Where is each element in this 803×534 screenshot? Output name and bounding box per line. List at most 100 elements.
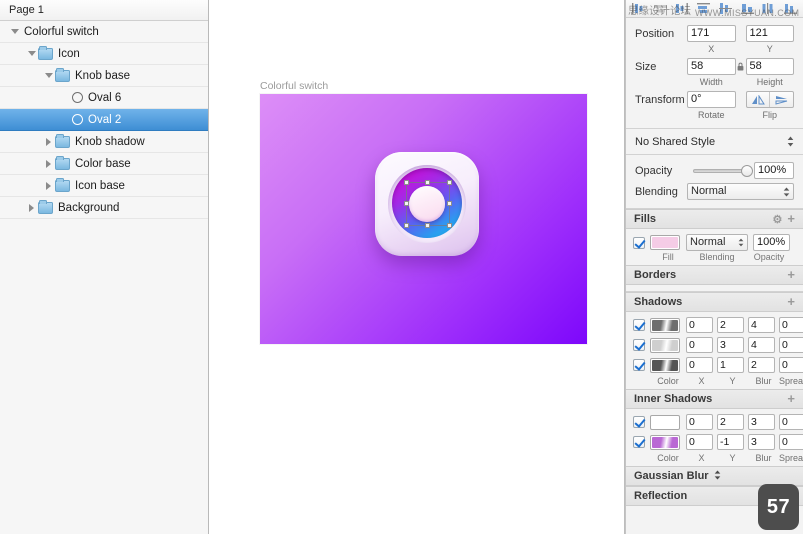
shared-style-dropdown[interactable]: No Shared Style [626,129,803,155]
align-horizontal-center-icon[interactable] [652,2,669,16]
height-input[interactable]: 58 [745,58,794,75]
disclosure-triangle-closed-icon[interactable] [42,159,55,168]
position-x-input[interactable]: 171 [687,25,736,42]
shadow-y-input[interactable]: 2 [717,317,744,333]
layer-row-background[interactable]: Background [0,197,208,219]
shadow-x-input[interactable]: 0 [686,337,713,353]
oval-shape-icon [72,114,83,125]
disclosure-triangle-closed-icon[interactable] [42,137,55,146]
shadow-enabled-checkbox[interactable] [633,339,645,351]
fill-blending-select[interactable]: Normal [686,234,748,251]
align-vertical-center-icon[interactable] [717,2,734,16]
blending-select[interactable]: Normal [687,183,794,200]
shadow-spread-input[interactable]: 0 [779,317,803,333]
gaussian-blur-section-header[interactable]: Gaussian Blur [626,466,803,486]
shadow-spread-input[interactable]: 0 [779,357,803,373]
layer-row-icon[interactable]: Icon [0,43,208,65]
inner-shadow-color-swatch[interactable] [650,414,680,430]
inner-shadow-y-input[interactable]: -1 [717,434,744,450]
disclosure-triangle-closed-icon[interactable] [42,181,55,190]
triangle-glyph [29,203,34,212]
fill-opacity-input[interactable]: 100% [753,234,790,251]
inner-shadow-y-input[interactable]: 2 [717,414,744,430]
position-y-input[interactable]: 121 [745,25,794,42]
layer-row-oval-2[interactable]: Oval 2 [0,109,208,131]
resize-handle-middle-left[interactable] [404,201,409,206]
opacity-input[interactable]: 100% [754,162,794,179]
canvas-area[interactable]: Colorful switch [209,0,625,534]
resize-handle-top-right[interactable] [447,180,452,185]
add-fill-button[interactable]: + [787,212,795,225]
fill-row: Normal 100% [633,234,796,251]
align-right-icon[interactable] [673,2,690,16]
shadow-x-input[interactable]: 0 [686,317,713,333]
page-row[interactable]: Page 1 [0,0,208,21]
gear-icon[interactable]: ⚙ [773,213,783,226]
layer-row-knob-shadow[interactable]: Knob shadow [0,131,208,153]
inner-shadow-blur-input[interactable]: 3 [748,414,775,430]
shadow-color-swatch[interactable] [650,317,680,333]
shadow-color-swatch[interactable] [650,357,680,373]
layer-row-colorful-switch[interactable]: Colorful switch [0,21,208,43]
layer-row-color-base[interactable]: Color base [0,153,208,175]
shadow-color-swatch[interactable] [650,337,680,353]
layer-row-icon-base[interactable]: Icon base [0,175,208,197]
resize-handle-bottom-center[interactable] [425,223,430,228]
add-shadow-button[interactable]: + [787,295,795,308]
shadow-spread-input[interactable]: 0 [779,337,803,353]
shadow-enabled-checkbox[interactable] [633,319,645,331]
artboard[interactable] [260,94,587,344]
resize-handle-middle-right[interactable] [447,201,452,206]
layer-row-knob-base[interactable]: Knob base [0,65,208,87]
resize-handle-bottom-right[interactable] [447,223,452,228]
inner-shadow-enabled-checkbox[interactable] [633,416,645,428]
inner-shadow-row: 0 -1 3 0 [633,434,803,450]
disclosure-triangle-open-icon[interactable] [25,51,38,56]
disclosure-triangle-open-icon[interactable] [8,29,21,34]
opacity-slider[interactable] [693,164,753,177]
inner-shadow-color-swatch[interactable] [650,434,680,450]
resize-handle-top-center[interactable] [425,180,430,185]
layer-row-oval-6[interactable]: Oval 6 [0,87,208,109]
width-input[interactable]: 58 [687,58,736,75]
align-bottom-icon[interactable] [739,2,756,16]
shadow-blur-input[interactable]: 4 [748,337,775,353]
shadow-row: 0120 [633,357,803,373]
shadow-y-input[interactable]: 3 [717,337,744,353]
rotate-input[interactable]: 0° [687,91,736,108]
distribute-horizontally-icon[interactable] [760,2,777,16]
align-left-icon[interactable] [630,2,647,16]
inner-shadow-x-input[interactable]: 0 [686,434,713,450]
flip-caption: Flip [762,110,777,120]
layer-list: Colorful switch Icon Knob base Oval 6 Oval 2… [0,21,208,219]
flip-horizontal-icon[interactable] [747,92,770,107]
artboard-label[interactable]: Colorful switch [260,80,328,92]
disclosure-triangle-closed-icon[interactable] [25,203,38,212]
layer-label: Oval 2 [88,113,122,126]
distribute-vertically-icon[interactable] [782,2,799,16]
inner-shadow-spread-input[interactable]: 0 [779,414,803,430]
inner-shadow-blur-input[interactable]: 3 [748,434,775,450]
inner-shadow-spread-input[interactable]: 0 [779,434,803,450]
resize-handle-top-left[interactable] [404,180,409,185]
fill-enabled-checkbox[interactable] [633,236,645,249]
shadow-blur-input[interactable]: 2 [748,357,775,373]
lock-icon[interactable] [736,62,746,71]
inner-shadow-color-caption: Color [657,453,679,463]
align-top-icon[interactable] [695,2,712,16]
add-inner-shadow-button[interactable]: + [787,392,795,405]
shadow-y-input[interactable]: 1 [717,357,744,373]
shadow-blur-input[interactable]: 4 [748,317,775,333]
opacity-slider-knob[interactable] [741,164,753,177]
resize-handle-bottom-left[interactable] [404,223,409,228]
shadow-enabled-checkbox[interactable] [633,359,645,371]
inner-shadow-enabled-checkbox[interactable] [633,436,645,448]
inner-shadow-x-input[interactable]: 0 [686,414,713,430]
fill-color-swatch[interactable] [650,235,680,250]
disclosure-triangle-open-icon[interactable] [42,73,55,78]
add-border-button[interactable]: + [787,268,795,281]
shadow-x-input[interactable]: 0 [686,357,713,373]
blur-type-stepper-icon[interactable] [714,470,721,483]
flip-vertical-icon[interactable] [769,92,793,107]
stepper-up-down-icon[interactable] [787,136,794,147]
